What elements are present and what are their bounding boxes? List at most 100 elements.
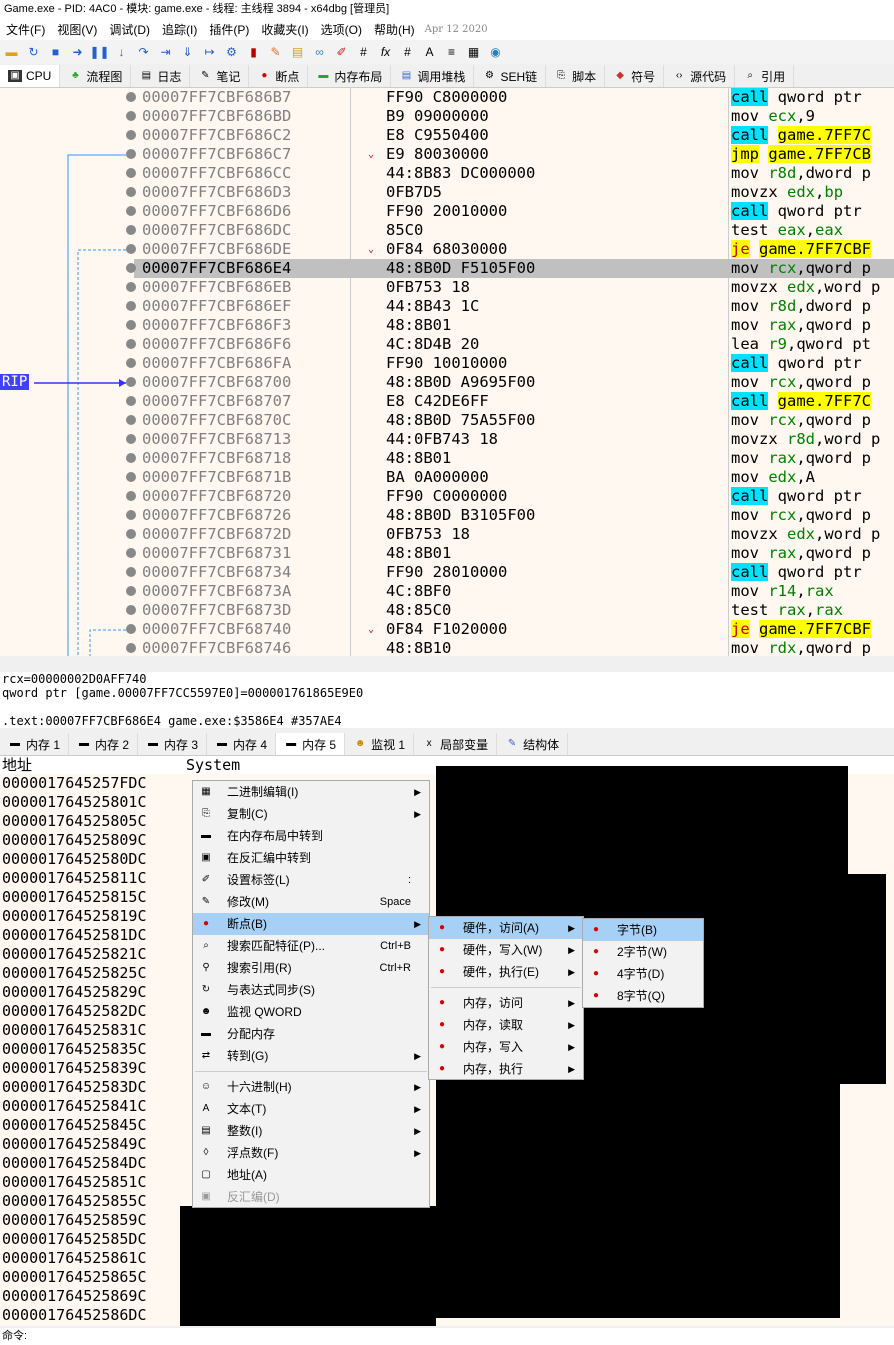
context-menu-item[interactable]: ▬ 分配内存 bbox=[193, 1023, 429, 1045]
tab-references[interactable]: ⌕ 引用 bbox=[735, 65, 795, 87]
disasm-row[interactable]: 00007FF7CBF68720 FF90 C0000000 call qword … bbox=[126, 487, 894, 506]
tab-dump-1[interactable]: ▬ 内存 1 bbox=[0, 733, 70, 755]
access-size-item[interactable]: ● 字节(B) bbox=[583, 919, 703, 941]
breakpoint-dot[interactable] bbox=[126, 529, 136, 539]
dump-row-address[interactable]: 000001764525805C bbox=[2, 812, 147, 831]
disasm-row[interactable]: 00007FF7CBF68734 FF90 28010000 call qword … bbox=[126, 563, 894, 582]
disasm-row[interactable]: 00007FF7CBF686E4 48:8B0D F5105F00 mov rcx,… bbox=[126, 259, 894, 278]
breakpoint-pen-icon[interactable]: ✐ bbox=[332, 43, 351, 61]
hash-icon[interactable]: # bbox=[354, 43, 373, 61]
context-menu-item[interactable]: ▤ 整数(I) ▶ bbox=[193, 1120, 429, 1142]
link-icon[interactable]: ∞ bbox=[310, 43, 329, 61]
breakpoint-dot[interactable] bbox=[126, 624, 136, 634]
breakpoint-dot[interactable] bbox=[126, 130, 136, 140]
disasm-row[interactable]: 00007FF7CBF686B7 FF90 C8000000 call qword … bbox=[126, 88, 894, 107]
tab-dump-3[interactable]: ▬ 内存 3 bbox=[138, 733, 208, 755]
breakpoint-dot[interactable] bbox=[126, 472, 136, 482]
dump-row-address[interactable]: 00000176452584DC bbox=[2, 1154, 147, 1173]
font-icon[interactable]: A bbox=[420, 43, 439, 61]
menu-trace[interactable]: 追踪(I) bbox=[156, 21, 203, 38]
menu-options[interactable]: 选项(O) bbox=[315, 21, 368, 38]
tab-log[interactable]: ▤ 日志 bbox=[131, 65, 191, 87]
context-menu-item[interactable]: A 文本(T) ▶ bbox=[193, 1098, 429, 1120]
tab-locals[interactable]: x 局部变量 bbox=[414, 733, 498, 755]
disasm-row[interactable]: 00007FF7CBF68713 44:0FB743 18 movzx r8d,wo… bbox=[126, 430, 894, 449]
disasm-row[interactable]: 00007FF7CBF6871B BA 0A000000 mov edx,A bbox=[126, 468, 894, 487]
context-menu-item[interactable]: ⚲ 搜索引用(R) Ctrl+R bbox=[193, 957, 429, 979]
dump-row-address[interactable]: 000001764525819C bbox=[2, 907, 147, 926]
tab-dump-2[interactable]: ▬ 内存 2 bbox=[69, 733, 139, 755]
breakpoint-type-item[interactable]: ● 内存，写入 ▶ bbox=[429, 1036, 583, 1058]
dump-row-address[interactable]: 000001764525865C bbox=[2, 1268, 147, 1287]
breakpoint-dot[interactable] bbox=[126, 149, 136, 159]
context-menu-item[interactable]: ⎘ 复制(C) ▶ bbox=[193, 803, 429, 825]
tab-symbols[interactable]: ◆ 符号 bbox=[605, 65, 665, 87]
breakpoint-dot[interactable] bbox=[126, 510, 136, 520]
dump-row-address[interactable]: 000001764525859C bbox=[2, 1211, 147, 1230]
context-menu-item[interactable]: ● 断点(B) ▶ bbox=[193, 913, 429, 935]
breakpoint-dot[interactable] bbox=[126, 92, 136, 102]
breakpoint-dot[interactable] bbox=[126, 168, 136, 178]
menu-help[interactable]: 帮助(H) bbox=[368, 21, 421, 38]
tab-memory-map[interactable]: ▬ 内存布局 bbox=[308, 65, 392, 87]
menu-file[interactable]: 文件(F) bbox=[0, 21, 51, 38]
context-menu-item[interactable]: ☻ 监视 QWORD bbox=[193, 1001, 429, 1023]
tab-watch-1[interactable]: ☻ 监视 1 bbox=[345, 733, 415, 755]
run-to-user-icon[interactable]: ↦ bbox=[200, 43, 219, 61]
dump-row-address[interactable]: 000001764525801C bbox=[2, 793, 147, 812]
breakpoint-dot[interactable] bbox=[126, 111, 136, 121]
stop-icon[interactable]: ■ bbox=[46, 43, 65, 61]
breakpoint-dot[interactable] bbox=[126, 567, 136, 577]
dump-row-address[interactable]: 000001764525815C bbox=[2, 888, 147, 907]
disasm-row[interactable]: 00007FF7CBF68731 48:8B01 mov rax,qword p bbox=[126, 544, 894, 563]
breakpoint-dot[interactable] bbox=[126, 396, 136, 406]
context-menu-item[interactable]: ◊ 浮点数(F) ▶ bbox=[193, 1142, 429, 1164]
breakpoint-dot[interactable] bbox=[126, 320, 136, 330]
breakpoint-type-item[interactable]: ● 硬件，访问(A) ▶ bbox=[429, 917, 583, 939]
dump-row-address[interactable]: 000001764525811C bbox=[2, 869, 147, 888]
dump-row-address[interactable]: 000001764525845C bbox=[2, 1116, 147, 1135]
context-menu-item[interactable]: ▦ 二进制编辑(I) ▶ bbox=[193, 781, 429, 803]
ruler-icon[interactable]: ≡ bbox=[442, 43, 461, 61]
context-menu-item[interactable]: ⇄ 转到(G) ▶ bbox=[193, 1045, 429, 1067]
step-into-icon[interactable]: ↓ bbox=[112, 43, 131, 61]
access-size-item[interactable]: ● 8字节(Q) bbox=[583, 985, 703, 1007]
dump-row-address[interactable]: 00000176452581DC bbox=[2, 926, 147, 945]
globe-icon[interactable]: ◉ bbox=[486, 43, 505, 61]
dump-row-address[interactable]: 000001764525855C bbox=[2, 1192, 147, 1211]
tab-breakpoints[interactable]: ● 断点 bbox=[249, 65, 309, 87]
context-menu-item[interactable]: ✎ 修改(M) Space bbox=[193, 891, 429, 913]
tab-notes[interactable]: ✎ 笔记 bbox=[190, 65, 250, 87]
disasm-row[interactable]: 00007FF7CBF686EF 44:8B43 1C mov r8d,dword … bbox=[126, 297, 894, 316]
disasm-row[interactable]: 00007FF7CBF686DC 85C0 test eax,eax bbox=[126, 221, 894, 240]
restart-icon[interactable]: ↻ bbox=[24, 43, 43, 61]
disasm-row[interactable]: 00007FF7CBF686CC 44:8B83 DC000000 mov r8d,… bbox=[126, 164, 894, 183]
open-icon[interactable]: ▬ bbox=[2, 43, 21, 61]
dump-row-address[interactable]: 00000176452583DC bbox=[2, 1078, 147, 1097]
breakpoint-dot[interactable] bbox=[126, 263, 136, 273]
disasm-row[interactable]: 00007FF7CBF6872D 0FB753 18 movzx edx,word … bbox=[126, 525, 894, 544]
disasm-row[interactable]: 00007FF7CBF68707 E8 C42DE6FF call game.7FF… bbox=[126, 392, 894, 411]
disasm-row[interactable]: 00007FF7CBF68718 48:8B01 mov rax,qword p bbox=[126, 449, 894, 468]
disasm-row[interactable]: 00007FF7CBF68700 48:8B0D A9695F00 mov rcx,… bbox=[126, 373, 894, 392]
disasm-row[interactable]: 00007FF7CBF686DE ⌄ 0F84 68030000 je game.7F… bbox=[126, 240, 894, 259]
dump-row-address[interactable]: 0000017645257FDC bbox=[2, 774, 147, 793]
disasm-row[interactable]: 00007FF7CBF686F6 4C:8D4B 20 lea r9,qword p… bbox=[126, 335, 894, 354]
breakpoint-dot[interactable] bbox=[126, 358, 136, 368]
breakpoint-type-item[interactable]: ● 内存，访问 ▶ bbox=[429, 992, 583, 1014]
dump-row-address[interactable]: 00000176452585DC bbox=[2, 1230, 147, 1249]
dump-row-address[interactable]: 000001764525851C bbox=[2, 1173, 147, 1192]
tab-struct[interactable]: ✎ 结构体 bbox=[497, 733, 569, 755]
disasm-row[interactable]: 00007FF7CBF686EB 0FB753 18 movzx edx,word … bbox=[126, 278, 894, 297]
context-menu-item[interactable]: ▣ 在反汇编中转到 bbox=[193, 847, 429, 869]
menu-debug[interactable]: 调试(D) bbox=[103, 21, 156, 38]
breakpoint-dot[interactable] bbox=[126, 643, 136, 653]
stop-red-icon[interactable]: ▮ bbox=[244, 43, 263, 61]
breakpoint-type-item[interactable]: ● 硬件，执行(E) ▶ bbox=[429, 961, 583, 983]
tab-dump-4[interactable]: ▬ 内存 4 bbox=[207, 733, 277, 755]
disasm-row[interactable]: 00007FF7CBF686BD B9 09000000 mov ecx,9 bbox=[126, 107, 894, 126]
tab-seh[interactable]: ⚙ SEH链 bbox=[474, 65, 547, 87]
breakpoint-dot[interactable] bbox=[126, 339, 136, 349]
menu-view[interactable]: 视图(V) bbox=[51, 21, 103, 38]
tab-call-stack[interactable]: ▤ 调用堆栈 bbox=[391, 65, 475, 87]
